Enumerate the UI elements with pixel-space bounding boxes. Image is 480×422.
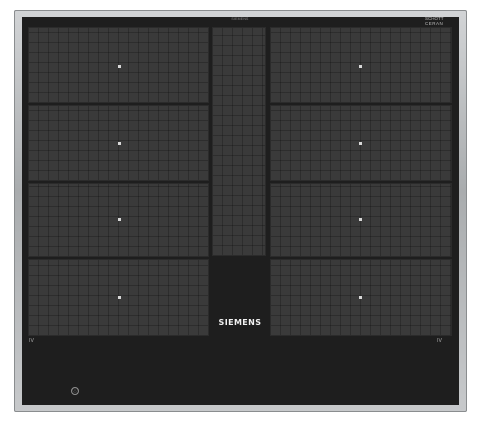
zone-marker-icon [118,142,121,145]
zone-marker-icon [359,65,362,68]
center-zone-strip [212,27,266,256]
cooking-zone-right-2[interactable] [270,105,452,181]
cooking-zone-left-1[interactable] [28,27,209,103]
top-marking: SIEMENS [231,17,249,21]
cooking-zone-right-1[interactable] [270,27,452,103]
zone-marker-icon [359,142,362,145]
zone-marker-icon [359,218,362,221]
cooking-zone-right-3[interactable] [270,183,452,257]
zone-marker-icon [118,65,121,68]
zone-marker-icon [118,296,121,299]
power-icon[interactable]: ⓘ [71,387,79,395]
cooking-zone-left-3[interactable] [28,183,209,257]
right-zone-label: IV [437,338,442,344]
cooking-zone-left-4[interactable] [28,259,209,336]
cooking-zone-left-2[interactable] [28,105,209,181]
zone-marker-icon [359,296,362,299]
brand-logo: SIEMENS [218,318,262,327]
power-symbol: ⓘ [72,388,78,394]
zone-marker-icon [118,218,121,221]
cooking-zone-right-4[interactable] [270,259,452,336]
left-zone-label: IV [29,338,34,344]
